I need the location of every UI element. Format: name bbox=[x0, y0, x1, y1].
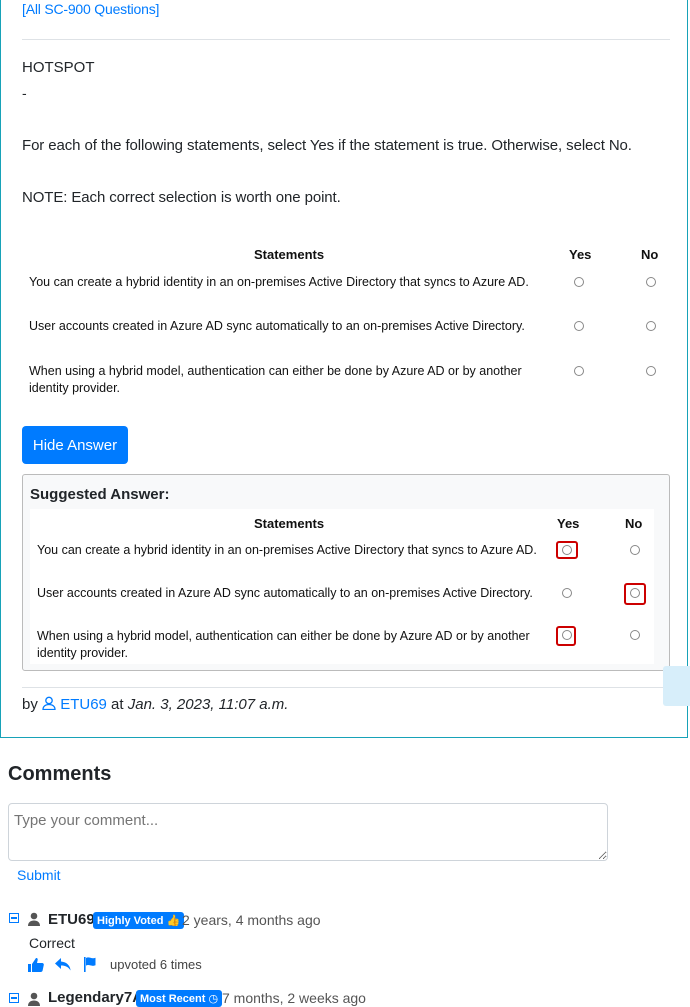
comment-input[interactable] bbox=[8, 803, 608, 861]
clock-icon: ◷ bbox=[208, 993, 219, 1005]
submit-link[interactable]: Submit bbox=[17, 867, 61, 883]
statement-1: You can create a hybrid identity in an o… bbox=[29, 275, 529, 289]
question-instruction: For each of the following statements, se… bbox=[22, 137, 632, 154]
answer-statement-1: You can create a hybrid identity in an o… bbox=[37, 543, 537, 557]
comment-text: Correct bbox=[29, 935, 75, 951]
comment-time: 2 years, 4 months ago bbox=[182, 912, 321, 928]
radio-no-1[interactable] bbox=[646, 277, 656, 287]
answer-radio-yes-2 bbox=[562, 588, 572, 598]
comment-author[interactable]: ETU69 bbox=[48, 911, 95, 928]
hide-answer-button[interactable]: Hide Answer bbox=[22, 426, 128, 464]
upvote-count: upvoted 6 times bbox=[110, 957, 202, 972]
thumbs-up-icon: 👍 bbox=[166, 915, 181, 927]
by-label: by bbox=[22, 696, 38, 713]
selected-mark-3 bbox=[556, 626, 576, 646]
badge-label: Highly Voted bbox=[97, 915, 164, 927]
statement-3: When using a hybrid model, authenticatio… bbox=[29, 364, 522, 395]
user-icon bbox=[28, 992, 40, 1006]
post-date: Jan. 3, 2023, 11:07 a.m. bbox=[127, 696, 289, 713]
reply-icon[interactable] bbox=[55, 958, 71, 972]
divider bbox=[22, 687, 670, 688]
question-dash: - bbox=[22, 85, 27, 101]
comments-heading: Comments bbox=[8, 763, 112, 785]
upvote-icon[interactable] bbox=[28, 958, 44, 972]
no-header: No bbox=[641, 247, 659, 262]
statement-2: User accounts created in Azure AD sync a… bbox=[29, 319, 525, 333]
highly-voted-badge: Highly Voted 👍 bbox=[93, 912, 185, 929]
radio-no-2[interactable] bbox=[646, 321, 656, 331]
answer-radio-no-1 bbox=[630, 545, 640, 555]
scroll-top-button[interactable] bbox=[663, 666, 690, 706]
answer-statements-header: Statements bbox=[254, 516, 325, 531]
radio-yes-1[interactable] bbox=[574, 277, 584, 287]
answer-image: Statements Yes No You can create a hybri… bbox=[30, 509, 654, 664]
user-outline-icon bbox=[42, 696, 56, 711]
user-icon bbox=[28, 912, 40, 926]
flag-icon[interactable] bbox=[83, 957, 99, 972]
answer-no-header: No bbox=[625, 516, 643, 531]
radio-no-3[interactable] bbox=[646, 366, 656, 376]
yes-header: Yes bbox=[569, 247, 592, 262]
collapse-icon[interactable] bbox=[9, 913, 19, 923]
collapse-icon[interactable] bbox=[9, 993, 19, 1003]
author-name: ETU69 bbox=[60, 696, 107, 713]
answer-statement-2: User accounts created in Azure AD sync a… bbox=[37, 586, 533, 600]
answer-yes-header: Yes bbox=[557, 516, 580, 531]
byline: by ETU69 at Jan. 3, 2023, 11:07 a.m. bbox=[22, 696, 288, 713]
selected-mark-2 bbox=[624, 583, 646, 605]
most-recent-badge: Most Recent ◷ bbox=[136, 990, 223, 1007]
question-type: HOTSPOT bbox=[22, 59, 95, 76]
comment-time: 7 months, 2 weeks ago bbox=[222, 990, 366, 1006]
question-note: NOTE: Each correct selection is worth on… bbox=[22, 189, 341, 206]
radio-yes-3[interactable] bbox=[574, 366, 584, 376]
answer-statement-3: When using a hybrid model, authenticatio… bbox=[37, 629, 530, 660]
answer-radio-no-3 bbox=[630, 630, 640, 640]
at-label: at bbox=[111, 696, 124, 713]
comment-author[interactable]: Legendary7A bbox=[48, 989, 143, 1006]
badge-label: Most Recent bbox=[140, 993, 206, 1005]
author-link[interactable]: ETU69 bbox=[42, 696, 111, 713]
selected-mark-1 bbox=[556, 541, 578, 559]
all-questions-link[interactable]: [All SC-900 Questions] bbox=[22, 1, 159, 17]
radio-yes-2[interactable] bbox=[574, 321, 584, 331]
statements-header: Statements bbox=[254, 247, 325, 262]
question-card: [All SC-900 Questions] HOTSPOT - For eac… bbox=[0, 0, 688, 738]
suggested-answer-title: Suggested Answer: bbox=[30, 486, 170, 503]
suggested-answer-box: Suggested Answer: Statements Yes No You … bbox=[22, 474, 670, 671]
divider bbox=[22, 39, 670, 40]
